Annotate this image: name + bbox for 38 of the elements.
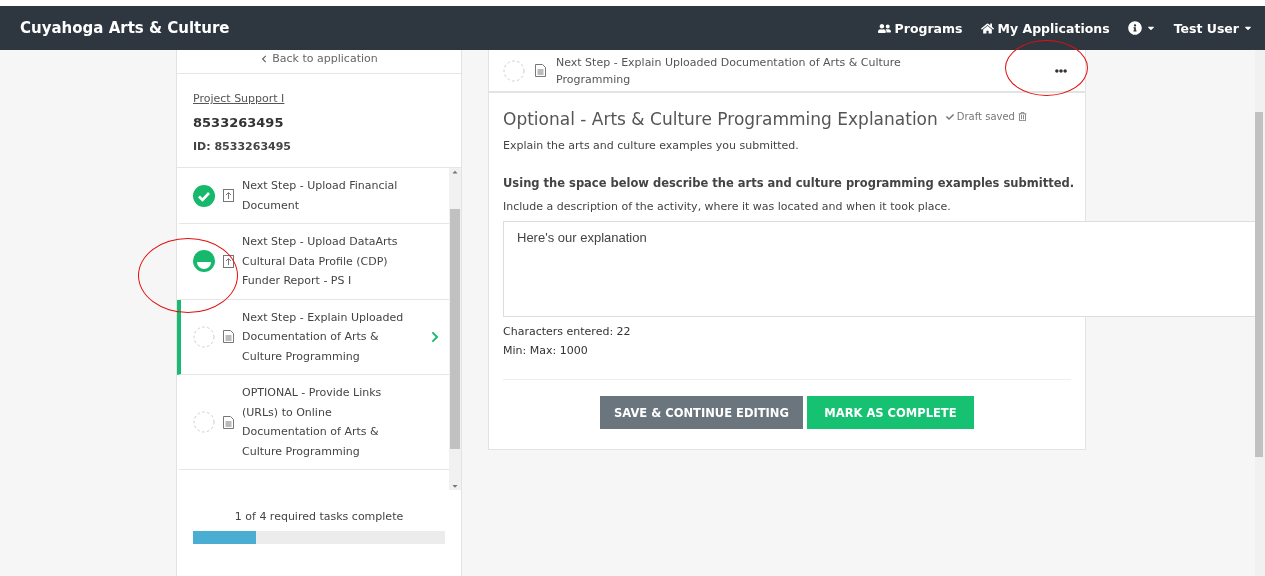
info-icon	[1127, 21, 1142, 35]
caret-icon[interactable]	[451, 482, 459, 490]
upload-icon	[223, 254, 234, 268]
caret-icon[interactable]	[451, 168, 459, 176]
page-scrollbar[interactable]	[1255, 50, 1265, 576]
home-icon	[980, 21, 994, 35]
task-item[interactable]: Next Step - Upload DataArts Cultural Data Profile (CDP) Funder Report - PS I	[177, 224, 449, 300]
answer-field[interactable]: Here's our explanation	[503, 221, 1258, 317]
upload-icon	[223, 189, 234, 202]
question-text: Using the space below describe the arts and culture programming examples submitted.	[503, 176, 1075, 190]
project-link[interactable]: Project Support I	[193, 92, 445, 105]
info-menu[interactable]	[1127, 21, 1156, 35]
trash-icon[interactable]	[1017, 112, 1027, 121]
task-title: Next Step - Explain Uploaded Documentation of Arts & Culture Programming	[556, 54, 902, 88]
chevron-icon	[260, 54, 269, 63]
user-menu[interactable]: Test User	[1173, 20, 1253, 36]
project-number: 8533263495	[193, 115, 285, 130]
project-id: ID: 8533263495	[193, 140, 292, 153]
form-description: Explain the arts and culture examples you submitted.	[503, 139, 800, 152]
nav-link[interactable]: Programs	[877, 20, 963, 36]
progress-text: 1 of 4 required tasks complete	[234, 510, 404, 523]
document-icon	[223, 330, 234, 344]
back-link[interactable]: Back to application	[177, 50, 461, 74]
check-icon	[945, 112, 954, 121]
document-icon	[535, 64, 546, 77]
task-item[interactable]: Next Step - Upload Financial Document	[177, 168, 449, 224]
chevron-icon	[429, 330, 441, 343]
nav-link[interactable]: My Applications	[980, 20, 1110, 36]
document-icon	[223, 415, 234, 429]
character-count: Characters entered: 22	[503, 325, 632, 338]
brand-title: Cuyahoga Arts & Culture	[20, 19, 231, 37]
hint-text: Include a description of the activity, where it was located and when it took place.	[503, 200, 952, 213]
scrollbar[interactable]	[449, 168, 461, 490]
draft-status: Draft saved	[945, 111, 1027, 122]
people-icon	[877, 21, 891, 35]
form-title: Optional - Arts & Culture Programming Explanation	[503, 109, 938, 129]
length-limits: Min: Max: 1000	[503, 344, 589, 357]
save-button[interactable]: SAVE & CONTINUE EDITING	[600, 396, 803, 429]
